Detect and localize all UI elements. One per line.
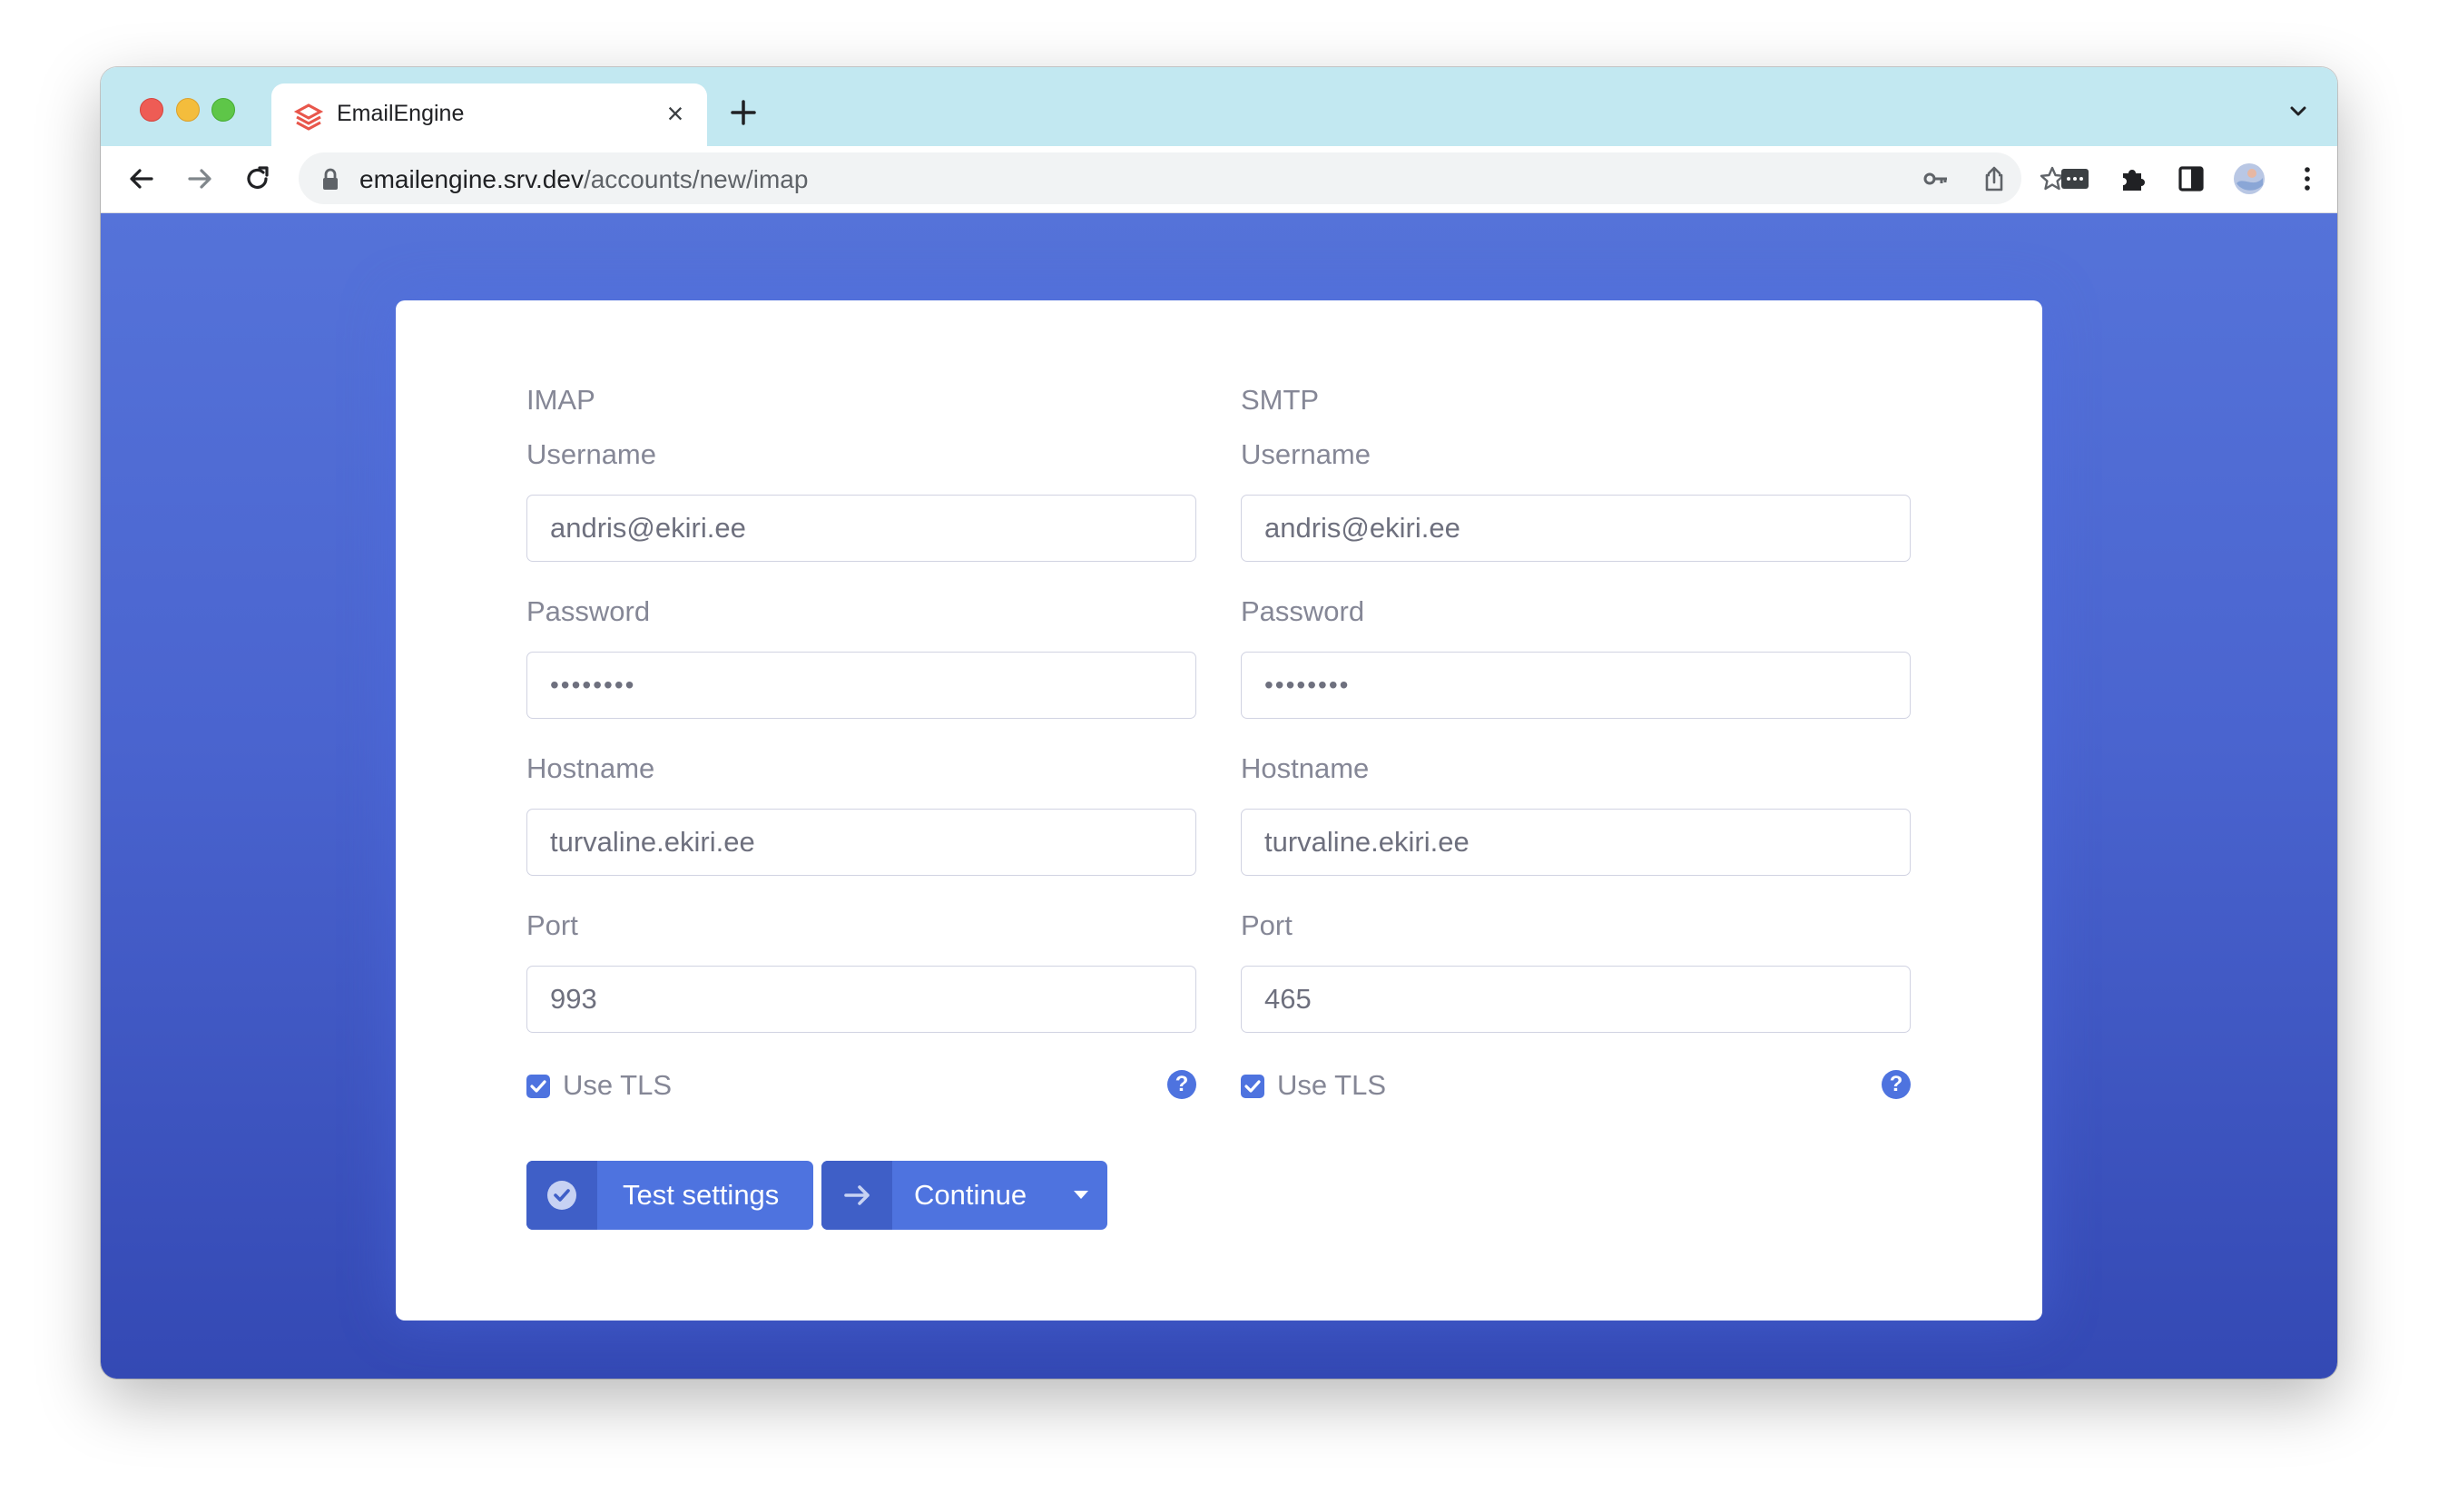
puzzle-extensions-icon[interactable]: [2116, 162, 2150, 196]
page-content: IMAP Username andris@ekiri.ee Password •…: [101, 213, 2337, 1379]
smtp-hostname-label: Hostname: [1241, 752, 1370, 784]
smtp-tls-label[interactable]: Use TLS: [1277, 1069, 1386, 1102]
password-manager-extension-icon[interactable]: [2058, 162, 2092, 196]
address-bar[interactable]: emailengine.srv.dev/accounts/new/imap: [299, 152, 2065, 204]
smtp-tls-row: Use TLS ?: [1241, 1068, 1911, 1105]
check-circle-icon: [526, 1161, 597, 1230]
close-window-button[interactable]: [140, 98, 163, 122]
smtp-section-title: SMTP: [1241, 384, 1320, 416]
smtp-password-input[interactable]: ••••••••: [1241, 652, 1911, 719]
smtp-hostname-input[interactable]: turvaline.ekiri.ee: [1241, 809, 1911, 876]
imap-port-input[interactable]: 993: [526, 966, 1196, 1033]
arrow-right-icon: [821, 1161, 892, 1230]
smtp-username-input[interactable]: andris@ekiri.ee: [1241, 495, 1911, 562]
chevron-down-icon[interactable]: [2285, 98, 2312, 125]
smtp-tls-checkbox[interactable]: [1241, 1075, 1264, 1098]
continue-dropdown-toggle[interactable]: [1055, 1161, 1107, 1230]
smtp-username-label: Username: [1241, 438, 1371, 470]
smtp-tls-help-icon[interactable]: ?: [1882, 1070, 1911, 1099]
tab-close-icon[interactable]: ×: [660, 98, 691, 129]
emailengine-logo-icon: [293, 103, 324, 131]
account-form-card: IMAP Username andris@ekiri.ee Password •…: [396, 300, 2042, 1321]
tab-strip: EmailEngine ×: [101, 67, 2337, 146]
imap-password-input[interactable]: ••••••••: [526, 652, 1196, 719]
share-icon[interactable]: [1980, 164, 2009, 193]
reload-icon[interactable]: [241, 162, 275, 196]
browser-window: EmailEngine × emailengine.srv.dev/accoun…: [101, 67, 2337, 1379]
url-text: emailengine.srv.dev/accounts/new/imap: [359, 165, 808, 194]
imap-password-label: Password: [526, 595, 651, 627]
lock-icon[interactable]: [320, 168, 340, 191]
imap-tls-row: Use TLS ?: [526, 1068, 1196, 1105]
continue-label: Continue: [914, 1179, 1027, 1211]
url-path: /accounts/new/imap: [583, 165, 809, 193]
side-panel-icon[interactable]: [2174, 162, 2208, 196]
smtp-port-label: Port: [1241, 909, 1293, 941]
caret-down-icon: [1074, 1191, 1088, 1199]
forward-icon[interactable]: [182, 162, 217, 196]
minimize-window-button[interactable]: [176, 98, 200, 122]
url-host: emailengine.srv.dev: [359, 165, 584, 193]
profile-avatar-icon[interactable]: [2232, 162, 2266, 196]
imap-hostname-label: Hostname: [526, 752, 655, 784]
imap-username-label: Username: [526, 438, 656, 470]
smtp-port-input[interactable]: 465: [1241, 966, 1911, 1033]
key-icon[interactable]: [1922, 164, 1951, 193]
test-settings-label: Test settings: [623, 1179, 780, 1211]
imap-tls-help-icon[interactable]: ?: [1167, 1070, 1196, 1099]
maximize-window-button[interactable]: [211, 98, 235, 122]
imap-username-input[interactable]: andris@ekiri.ee: [526, 495, 1196, 562]
continue-button[interactable]: Continue: [821, 1161, 1107, 1230]
tab-title: EmailEngine: [337, 101, 465, 126]
smtp-password-label: Password: [1241, 595, 1365, 627]
tab-emailengine[interactable]: EmailEngine ×: [271, 83, 707, 146]
imap-port-label: Port: [526, 909, 578, 941]
browser-toolbar: emailengine.srv.dev/accounts/new/imap: [101, 146, 2337, 213]
new-tab-icon[interactable]: [727, 96, 760, 129]
back-icon[interactable]: [124, 162, 159, 196]
more-options-icon[interactable]: [2290, 162, 2325, 196]
imap-tls-label[interactable]: Use TLS: [563, 1069, 672, 1102]
test-settings-button[interactable]: Test settings: [526, 1161, 813, 1230]
imap-tls-checkbox[interactable]: [526, 1075, 550, 1098]
imap-hostname-input[interactable]: turvaline.ekiri.ee: [526, 809, 1196, 876]
imap-section-title: IMAP: [526, 384, 595, 416]
